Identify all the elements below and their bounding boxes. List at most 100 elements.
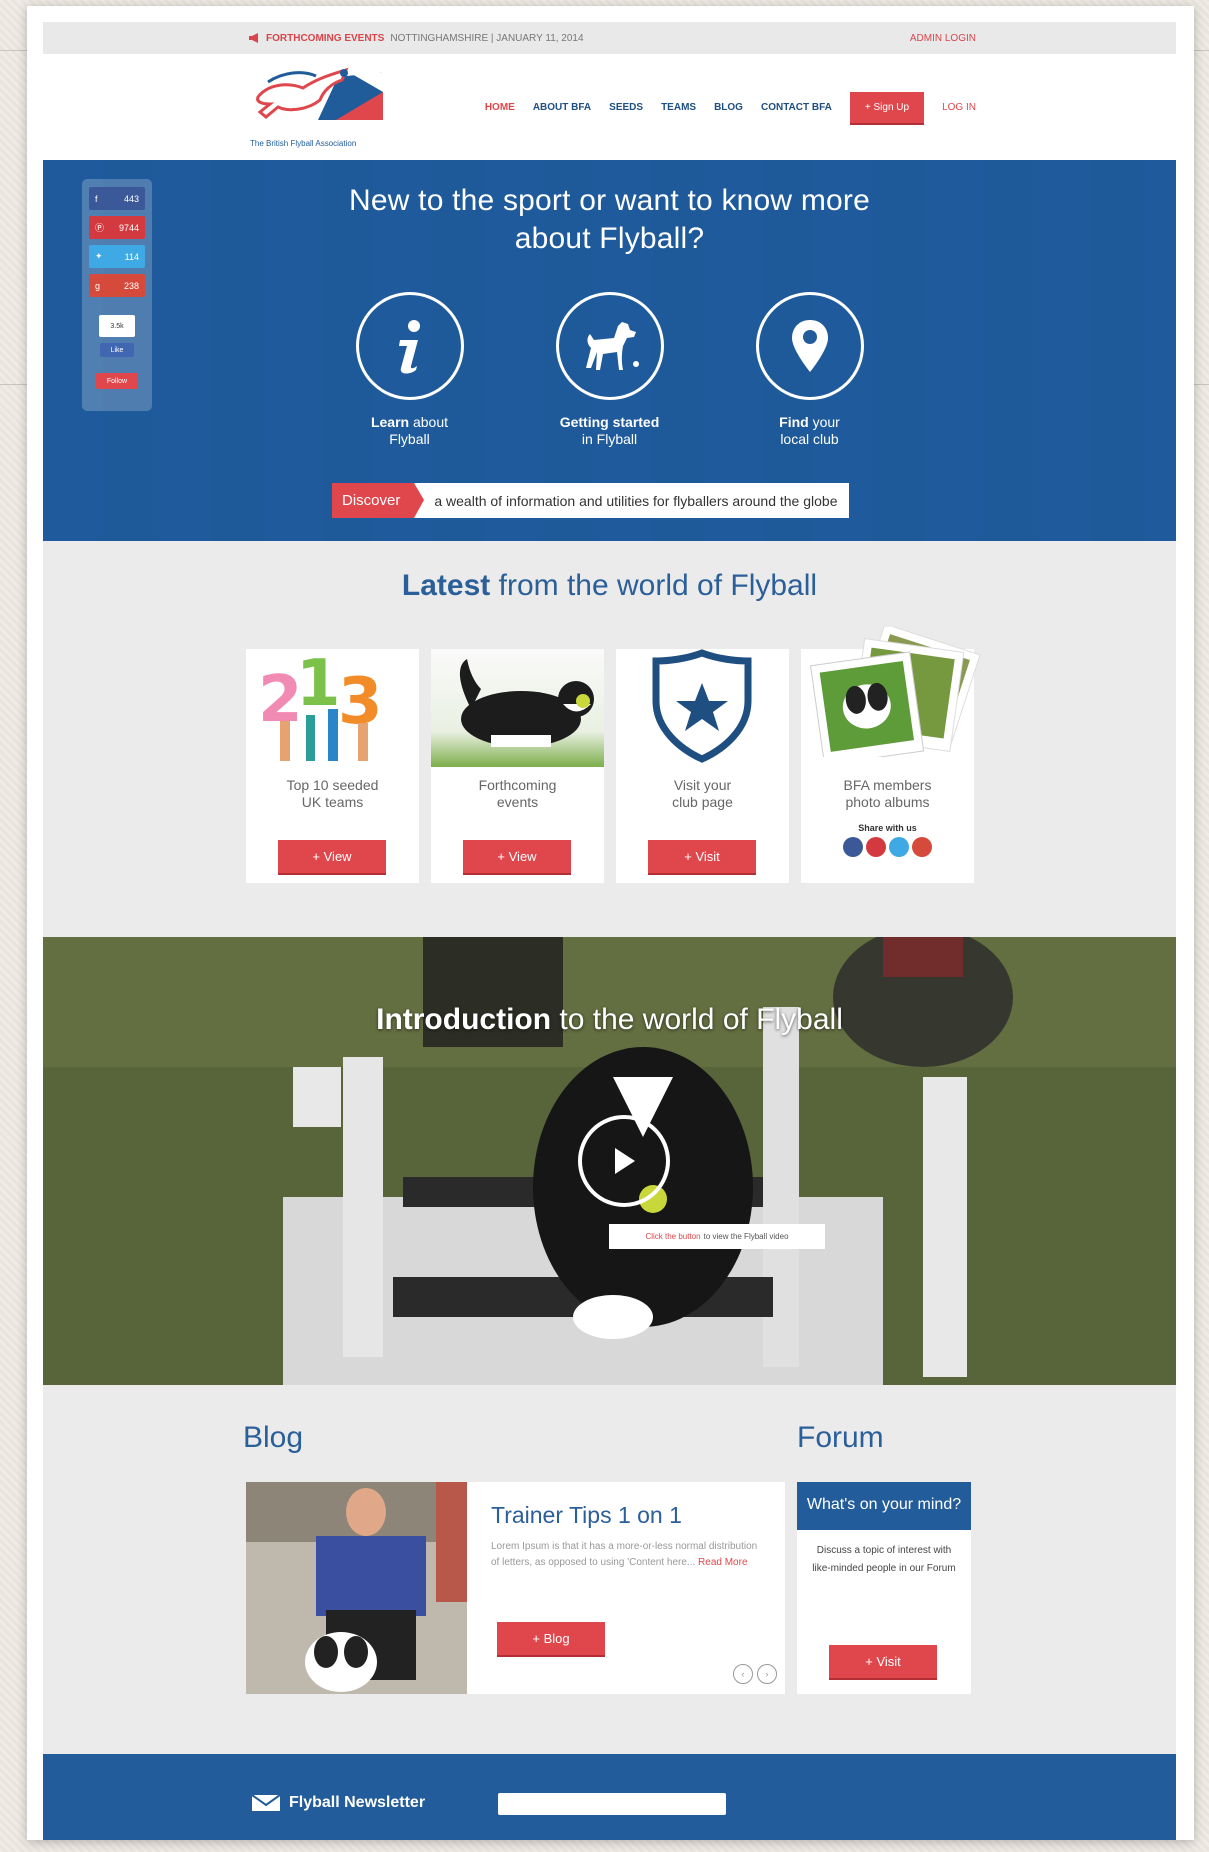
events-label: FORTHCOMING EVENTS	[266, 32, 385, 44]
facebook-icon[interactable]	[843, 837, 863, 857]
top-bar: FORTHCOMING EVENTS NOTTINGHAMSHIRE | JAN…	[43, 22, 1176, 54]
google-plus-icon[interactable]	[912, 837, 932, 857]
facebook-share-button[interactable]: f 443	[89, 187, 145, 210]
nav-home[interactable]: HOME	[485, 102, 515, 113]
share-count-widget[interactable]: 3.5k	[99, 315, 135, 337]
google-plus-icon: g	[95, 280, 101, 291]
hero-links: Learn about Flyball Getting started in Fly…	[43, 292, 1176, 448]
newsletter-email-input[interactable]	[498, 1793, 726, 1815]
backdrop-line	[1194, 384, 1209, 385]
star-shield-icon	[616, 649, 789, 767]
card-photo-albums: BFA members photo albums Share with us	[801, 627, 981, 883]
latest-section: Latest from the world of Flyball 2 1 3 T…	[43, 541, 1176, 937]
site-header: The British Flyball Association HOME ABO…	[43, 54, 1176, 160]
blog-carousel-controls: ‹ ›	[733, 1664, 777, 1684]
nav-contact[interactable]: CONTACT BFA	[761, 102, 832, 113]
google-plus-count: 238	[123, 280, 139, 291]
newsletter-label: Flyball Newsletter	[251, 1794, 425, 1812]
nav-teams[interactable]: TEAMS	[661, 102, 696, 113]
logo-tagline: The British Flyball Association	[250, 139, 357, 148]
twitter-share-button[interactable]: ✦ 114	[89, 245, 145, 268]
play-icon	[615, 1148, 635, 1174]
nav-blog[interactable]: BLOG	[714, 102, 743, 113]
event-info: NOTTINGHAMSHIRE | JANUARY 11, 2014	[390, 32, 584, 44]
forum-card-text: Discuss a topic of interest with like-mi…	[812, 1545, 956, 1574]
admin-login-link[interactable]: ADMIN LOGIN	[910, 33, 976, 44]
google-plus-share-button[interactable]: g 238	[89, 274, 145, 297]
twitter-count: 114	[124, 251, 139, 262]
hero-item-bold: Find	[779, 414, 809, 430]
map-pin-icon	[755, 292, 864, 400]
newsletter-strip: Flyball Newsletter	[43, 1754, 1176, 1840]
video-hint: Click the button to view the Flyball vid…	[609, 1224, 825, 1249]
card-subtitle: UK teams	[301, 794, 364, 810]
twitter-icon[interactable]	[889, 837, 909, 857]
website: FORTHCOMING EVENTS NOTTINGHAMSHIRE | JAN…	[43, 22, 1176, 1840]
discover-tag: Discover	[332, 483, 425, 518]
video-section: Introduction to the world of Flyball Cli…	[43, 937, 1176, 1385]
facebook-count: 443	[123, 193, 139, 204]
learn-about-flyball-link[interactable]: Learn about Flyball	[355, 292, 465, 448]
facebook-like-button[interactable]: Like	[100, 343, 134, 357]
hero-item-bold: Learn	[370, 414, 410, 430]
pinterest-count: 9744	[118, 222, 139, 233]
card-title: BFA members	[843, 777, 932, 793]
megaphone-icon	[249, 33, 258, 43]
backdrop-line	[0, 384, 27, 385]
logo-dog-flag-icon	[256, 67, 383, 120]
chevron-right-icon[interactable]: ›	[757, 1664, 777, 1684]
sign-up-button[interactable]: + Sign Up	[849, 91, 925, 123]
blog-button[interactable]: + Blog	[497, 1622, 605, 1655]
dog-icon	[555, 292, 664, 400]
blog-post-title[interactable]: Trainer Tips 1 on 1	[491, 1502, 761, 1529]
video-hint-highlight: Click the button	[645, 1232, 701, 1241]
forum-heading: Forum	[797, 1421, 884, 1454]
hero-item-bold: Getting started	[559, 414, 660, 430]
hero-item-text: local club	[780, 431, 839, 447]
play-video-button[interactable]	[578, 1115, 670, 1207]
backdrop-line	[1194, 50, 1209, 51]
find-local-club-link[interactable]: Find your local club	[755, 292, 865, 448]
video-title: Introduction to the world of Flyball	[43, 1003, 1176, 1037]
hero-item-text: your	[808, 414, 840, 430]
pinterest-share-button[interactable]: Ⓟ 9744	[89, 216, 145, 239]
view-events-button[interactable]: + View	[463, 840, 571, 873]
getting-started-link[interactable]: Getting started in Flyball	[555, 292, 665, 448]
social-share-bar: f 443 Ⓟ 9744 ✦ 114 g 238 3.5k Like Follo…	[82, 179, 152, 411]
latest-title: Latest from the world of Flyball	[43, 541, 1176, 603]
log-in-link[interactable]: LOG IN	[942, 102, 976, 113]
hero-title-line1: New to the sport or want to know more	[349, 184, 870, 217]
blog-post-body: Trainer Tips 1 on 1 Lorem Ipsum is that …	[467, 1482, 785, 1694]
discover-banner[interactable]: Discover a wealth of information and uti…	[332, 483, 850, 518]
share-label: Share with us	[858, 823, 917, 833]
blog-excerpt: Lorem Ipsum is that it has a more-or-les…	[491, 1539, 761, 1571]
visit-club-page-button[interactable]: + Visit	[648, 840, 756, 873]
video-title-rest: to the world of Flyball	[551, 1003, 843, 1036]
twitter-icon: ✦	[95, 251, 103, 261]
nav-about[interactable]: ABOUT BFA	[533, 102, 591, 113]
share-icons	[801, 837, 974, 857]
blog-forum-section: Blog Forum Trainer Tips 1 on 1 Lorem Ips…	[43, 1385, 1176, 1754]
discover-text: a wealth of information and utilities fo…	[434, 492, 838, 509]
follow-button[interactable]: Follow	[96, 373, 138, 389]
card-forthcoming-events: Forthcoming events + View	[431, 649, 604, 883]
card-title: Top 10 seeded	[286, 777, 379, 793]
view-top-seeded-button[interactable]: + View	[278, 840, 386, 873]
number-hands-image: 2 1 3	[246, 649, 419, 767]
chevron-left-icon[interactable]: ‹	[733, 1664, 753, 1684]
nav-seeds[interactable]: SEEDS	[609, 102, 643, 113]
card-title: Forthcoming	[478, 777, 557, 793]
latest-cards: 2 1 3 Top 10 seeded UK teams + View Fort…	[246, 627, 981, 883]
blog-post-card: Trainer Tips 1 on 1 Lorem Ipsum is that …	[246, 1482, 785, 1694]
forum-visit-button[interactable]: + Visit	[829, 1645, 937, 1678]
latest-title-bold: Latest	[401, 569, 491, 602]
bfa-logo[interactable]: The British Flyball Association	[248, 62, 393, 152]
hero-title: New to the sport or want to know more ab…	[43, 160, 1176, 258]
hero-item-text: about	[409, 414, 449, 430]
trainer-with-dog-image	[246, 1482, 467, 1694]
events-ticker[interactable]: FORTHCOMING EVENTS NOTTINGHAMSHIRE | JAN…	[248, 33, 584, 44]
card-subtitle: events	[496, 794, 539, 810]
screenshot-frame: FORTHCOMING EVENTS NOTTINGHAMSHIRE | JAN…	[27, 6, 1194, 1840]
read-more-link[interactable]: Read More	[698, 1557, 747, 1568]
pinterest-icon[interactable]	[866, 837, 886, 857]
